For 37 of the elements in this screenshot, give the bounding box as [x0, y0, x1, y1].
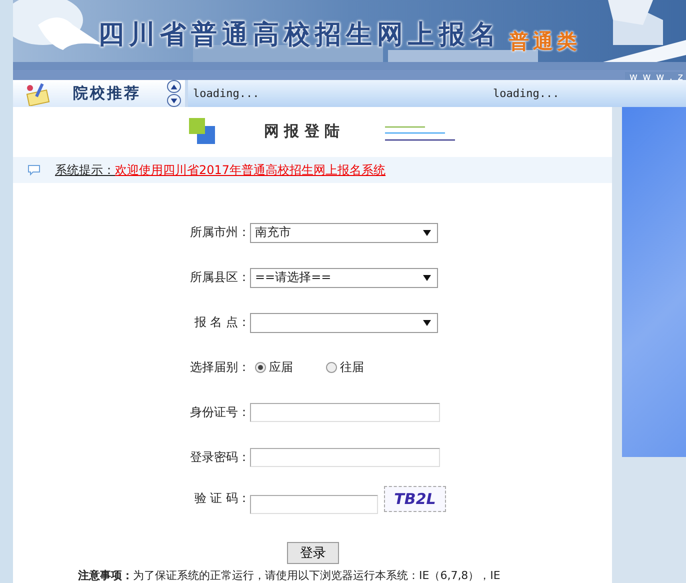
category-label: 普通类 — [509, 28, 581, 54]
field-label: 选择届别： — [189, 359, 250, 376]
url-text: w w w . z — [625, 72, 684, 80]
scroll-down-button[interactable] — [167, 94, 181, 107]
radio-option[interactable]: 往届 — [326, 359, 364, 376]
sidebar-title: 院校推荐 — [73, 84, 141, 103]
field-label: 登录密码： — [189, 449, 250, 466]
site-title: 四川省普通高校招生网上报名 — [98, 20, 501, 50]
caret-icon — [423, 274, 431, 280]
down-arrow-icon — [170, 96, 178, 104]
scroll-up-button[interactable] — [167, 80, 181, 93]
login-title: 网 报 登 陆 — [264, 122, 340, 140]
ticker-text: loading... — [192, 87, 260, 100]
captcha-image: TB2L — [384, 486, 446, 512]
notepad-icon — [25, 82, 51, 106]
notice-label: 系统提示： — [55, 162, 115, 178]
field-label: 报 名 点： — [193, 314, 250, 331]
input-field[interactable] — [250, 495, 378, 514]
field-label: 身份证号： — [189, 404, 250, 421]
login-button[interactable]: 登录 — [287, 542, 339, 564]
notice-link[interactable]: 欢迎使用四川省2017年普通高校招生网上报名系统 — [115, 162, 386, 178]
field-label: 所属市州： — [189, 224, 250, 241]
ticker-text: loading... — [492, 87, 560, 100]
up-arrow-icon — [170, 82, 178, 90]
dropdown[interactable] — [250, 312, 438, 332]
squares-icon — [188, 117, 216, 145]
caret-icon — [423, 320, 431, 326]
speech-bubble-icon — [27, 164, 41, 176]
caret-icon — [423, 230, 431, 236]
dropdown[interactable]: 南充市 — [250, 222, 438, 242]
input-field[interactable] — [250, 403, 440, 422]
dropdown[interactable]: ==请选择== — [250, 268, 438, 288]
footnote-text: 注意事项：为了保证系统的正常运行，请使用以下浏览器运行本系统：IE（6,7,8），IE — [77, 568, 502, 583]
input-field[interactable] — [250, 448, 440, 467]
radio-option[interactable]: 应届 — [255, 359, 293, 376]
field-label: 验 证 码： — [193, 490, 250, 507]
field-label: 所属县区： — [189, 269, 250, 286]
